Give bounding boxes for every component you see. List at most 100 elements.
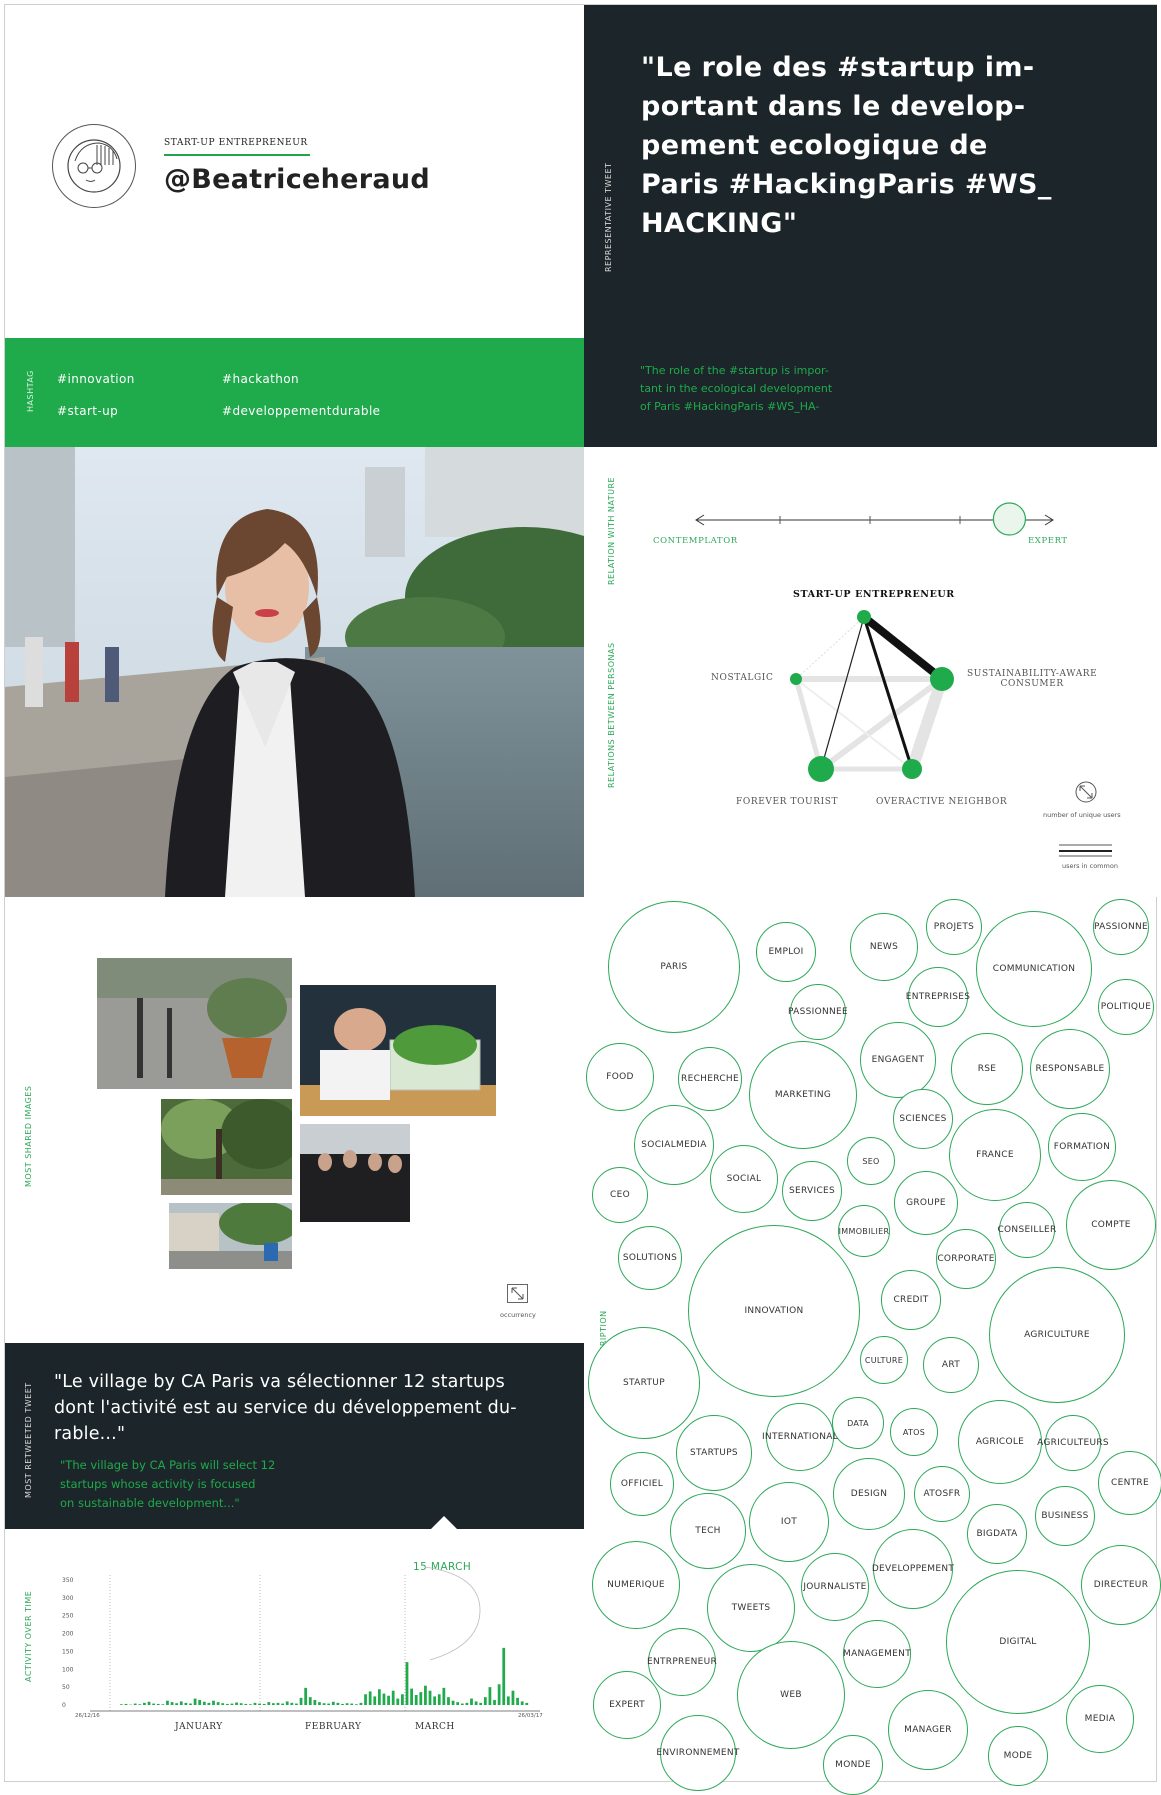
description-word-bubble[interactable]: OFFICIEL xyxy=(610,1452,674,1516)
description-word-bubble[interactable]: SOCIAL xyxy=(710,1145,778,1213)
tweet-line: HACKING" xyxy=(641,204,1091,243)
description-word-bubble[interactable]: PASSIONNEE xyxy=(790,984,846,1040)
description-word-bubble[interactable]: DIGITAL xyxy=(946,1570,1090,1714)
activity-bar xyxy=(175,1703,178,1705)
images-side-label: MOST SHARED IMAGES xyxy=(24,1085,33,1187)
description-word-bubble[interactable]: MANAGEMENT xyxy=(843,1620,911,1688)
description-word-bubble[interactable]: COMMUNICATION xyxy=(976,911,1092,1027)
y-tick-label: 50 xyxy=(62,1684,70,1691)
description-word-bubble[interactable]: INNOVATION xyxy=(688,1225,860,1397)
hashtag-item[interactable]: #innovation xyxy=(57,372,135,386)
shared-image[interactable] xyxy=(300,1124,410,1222)
description-word-bubble[interactable]: EXPERT xyxy=(593,1671,661,1739)
description-word-bubble[interactable]: DATA xyxy=(832,1397,884,1449)
node-forever-tourist xyxy=(808,756,834,782)
description-word-bubble[interactable]: INTERNATIONAL xyxy=(766,1403,834,1471)
activity-bar xyxy=(493,1700,496,1705)
end-date-label: 26/03/17 xyxy=(518,1713,543,1719)
description-word-bubble[interactable]: IOT xyxy=(749,1482,829,1562)
shared-image[interactable] xyxy=(169,1203,292,1269)
description-word-bubble[interactable]: GROUPE xyxy=(894,1171,958,1235)
expand-icon[interactable] xyxy=(507,1284,528,1303)
description-word-bubble[interactable]: DESIGN xyxy=(833,1458,905,1530)
description-word-bubble[interactable]: CENTRE xyxy=(1098,1451,1161,1515)
description-word-bubble[interactable]: AGRICULTEURS xyxy=(1045,1415,1101,1471)
description-word-bubble[interactable]: ENGAGENT xyxy=(860,1022,936,1098)
description-word-bubble[interactable]: DIRECTEUR xyxy=(1081,1545,1161,1625)
description-word-bubble[interactable]: MEDIA xyxy=(1066,1685,1134,1753)
activity-bar xyxy=(249,1704,252,1705)
description-word-bubble[interactable]: ENTRPRENEUR xyxy=(648,1628,716,1696)
description-word-bubble[interactable]: AGRICULTURE xyxy=(989,1267,1125,1403)
description-word-bubble[interactable]: BUSINESS xyxy=(1035,1486,1095,1546)
description-word-bubble[interactable]: PARIS xyxy=(608,901,740,1033)
description-word-bubble[interactable]: RECHERCHE xyxy=(678,1047,742,1111)
description-word-bubble[interactable]: MANAGER xyxy=(888,1690,968,1770)
description-word-bubble[interactable]: EMPLOI xyxy=(756,922,816,982)
description-word-bubble[interactable]: ART xyxy=(923,1337,979,1393)
description-word-bubble[interactable]: SOLUTIONS xyxy=(618,1226,682,1290)
description-word-bubble[interactable]: JOURNALISTE xyxy=(801,1553,869,1621)
description-word-bubble[interactable]: SCIENCES xyxy=(893,1089,953,1149)
activity-bar xyxy=(125,1704,128,1705)
translation-line: startups whose activity is focused xyxy=(60,1475,360,1494)
description-word-bubble[interactable]: SOCIALMEDIA xyxy=(634,1105,714,1185)
description-word-bubble[interactable]: MODE xyxy=(988,1726,1048,1786)
description-word-bubble[interactable]: MONDE xyxy=(823,1735,883,1795)
description-word-bubble[interactable]: TWEETS xyxy=(707,1564,795,1652)
description-word-bubble[interactable]: PASSIONNE xyxy=(1093,899,1149,955)
description-word-bubble[interactable]: TECH xyxy=(670,1493,746,1569)
network-edge xyxy=(796,679,912,769)
description-word-bubble[interactable]: NEWS xyxy=(850,913,918,981)
description-word-bubble[interactable]: DEVELOPPEMENT xyxy=(873,1529,953,1609)
shared-image[interactable] xyxy=(161,1099,292,1195)
description-word-bubble[interactable]: CEO xyxy=(592,1167,648,1223)
description-word-bubble[interactable]: MARKETING xyxy=(749,1041,857,1149)
description-word-bubble[interactable]: STARTUP xyxy=(588,1327,700,1439)
activity-bar xyxy=(406,1662,409,1705)
activity-bar xyxy=(231,1704,234,1705)
description-word-bubble[interactable]: BIGDATA xyxy=(967,1504,1027,1564)
tweet-line: "Le village by CA Paris va sélectionner … xyxy=(54,1369,554,1395)
activity-bar xyxy=(212,1701,215,1705)
description-word-bubble[interactable]: ENTREPRISES xyxy=(908,967,968,1027)
description-word-bubble[interactable]: CORPORATE xyxy=(936,1229,996,1289)
shared-image[interactable] xyxy=(97,958,292,1089)
hashtag-item[interactable]: #hackathon xyxy=(222,372,299,386)
description-word-bubble[interactable]: FOOD xyxy=(586,1043,654,1111)
description-word-bubble[interactable]: ENVIRONNEMENT xyxy=(660,1715,736,1791)
description-word-bubble[interactable]: ATOSFR xyxy=(914,1466,970,1522)
representative-tweet-side-label: REPRESENTATIVE TWEET xyxy=(604,163,613,272)
activity-bar xyxy=(424,1686,427,1705)
hashtag-item[interactable]: #developpementdurable xyxy=(222,404,380,418)
description-word-bubble[interactable]: WEB xyxy=(737,1641,845,1749)
persona-nostalgic-label: NOSTALGIC xyxy=(711,673,773,683)
activity-bar xyxy=(189,1704,192,1705)
description-word-bubble[interactable]: FORMATION xyxy=(1048,1113,1116,1181)
description-word-bubble[interactable]: FRANCE xyxy=(949,1109,1041,1201)
description-word-bubble[interactable]: RSE xyxy=(951,1033,1023,1105)
description-word-bubble[interactable]: IMMOBILIER xyxy=(838,1205,890,1257)
description-word-bubble[interactable]: CULTURE xyxy=(860,1336,908,1384)
description-word-bubble[interactable]: SEO xyxy=(847,1137,895,1185)
description-word-bubble[interactable]: CONSEILLER xyxy=(999,1202,1055,1258)
description-word-bubble[interactable]: PROJETS xyxy=(926,899,982,955)
description-word-bubble[interactable]: STARTUPS xyxy=(676,1415,752,1491)
description-word-bubble[interactable]: CREDIT xyxy=(881,1270,941,1330)
description-word-bubble[interactable]: ATOS xyxy=(890,1408,938,1456)
activity-bar xyxy=(258,1704,261,1705)
activity-bar xyxy=(507,1696,510,1705)
network-edge xyxy=(864,617,942,679)
activity-bar xyxy=(138,1704,141,1705)
activity-bar xyxy=(447,1697,450,1705)
shared-image[interactable] xyxy=(300,985,496,1116)
description-word-bubble[interactable]: POLITIQUE xyxy=(1098,979,1154,1035)
description-word-bubble[interactable]: SERVICES xyxy=(782,1161,842,1221)
description-word-bubble[interactable]: RESPONSABLE xyxy=(1030,1029,1110,1109)
description-word-bubble[interactable]: COMPTE xyxy=(1066,1180,1156,1270)
activity-bar xyxy=(300,1698,303,1705)
description-word-bubble[interactable]: NUMERIQUE xyxy=(592,1541,680,1629)
hashtag-item[interactable]: #start-up xyxy=(57,404,118,418)
activity-bar xyxy=(429,1691,432,1705)
description-word-bubble[interactable]: AGRICOLE xyxy=(958,1400,1042,1484)
